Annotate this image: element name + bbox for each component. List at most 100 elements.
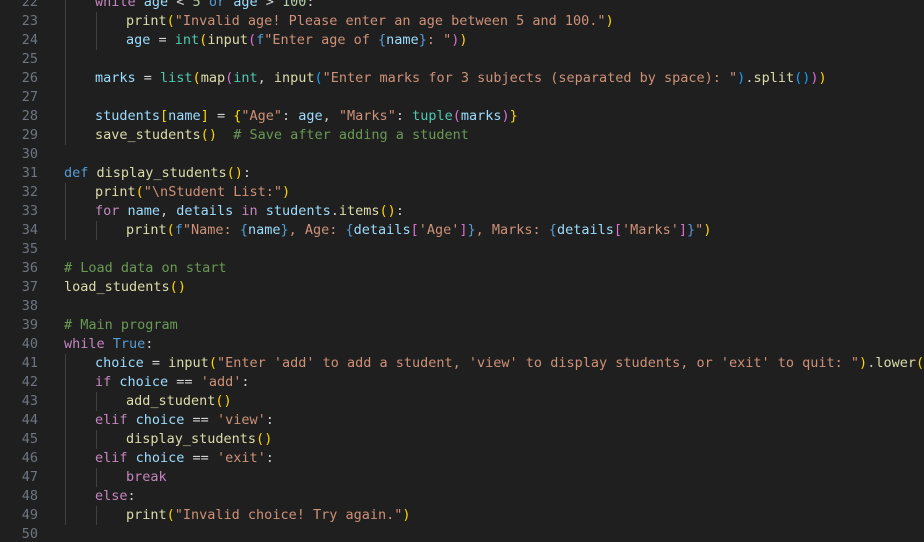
- code-line[interactable]: 49 print("Invalid choice! Try again."): [0, 506, 924, 525]
- indent-guide: [96, 31, 97, 50]
- code-token: age: [233, 0, 258, 10]
- indent-guide: [96, 430, 97, 449]
- code-text: elif choice == 'view':: [95, 411, 274, 430]
- code-token: ): [810, 70, 819, 86]
- code-line[interactable]: 41 choice = input("Enter 'add' to add a s…: [0, 354, 924, 373]
- code-line[interactable]: 23 print("Invalid age! Please enter an ag…: [0, 12, 924, 31]
- code-token: (: [379, 203, 388, 219]
- code-line[interactable]: 33 for name, details in students.items():: [0, 202, 924, 221]
- code-token: if: [95, 374, 112, 390]
- code-token: :: [395, 203, 404, 219]
- code-line[interactable]: 31 def display_students():: [0, 164, 924, 183]
- line-number: 45: [21, 431, 38, 447]
- code-token: else: [95, 488, 128, 504]
- line-number: 41: [21, 355, 38, 371]
- code-token: "Invalid age! Please enter an age betwee…: [174, 13, 606, 29]
- code-token: ]: [459, 222, 468, 238]
- line-number: 36: [21, 260, 38, 276]
- code-editor[interactable]: 22 while age < 5 or age > 100: 23 print("In…: [0, 0, 924, 542]
- code-line[interactable]: 29 save_students() # Save after adding a …: [0, 126, 924, 145]
- code-token: items: [338, 203, 380, 219]
- code-line[interactable]: 26 marks = list(map(int, input("Enter mar…: [0, 69, 924, 88]
- code-token: {: [345, 222, 354, 238]
- code-token: age: [135, 0, 177, 10]
- code-token: ): [208, 127, 217, 143]
- code-text: elif choice == 'exit':: [95, 449, 274, 468]
- code-token: f: [174, 222, 183, 238]
- code-token: choice: [127, 450, 185, 466]
- indent-guide: [65, 88, 66, 107]
- line-number: 31: [21, 165, 38, 181]
- code-token: [: [410, 222, 419, 238]
- code-token: [: [613, 222, 622, 238]
- code-token: ): [234, 165, 243, 181]
- code-line[interactable]: 42 if choice == 'add':: [0, 373, 924, 392]
- code-line[interactable]: 32 print("\nStudent List:"): [0, 183, 924, 202]
- code-token: ): [818, 70, 827, 86]
- code-token: .: [330, 203, 339, 219]
- code-token: input: [273, 70, 315, 86]
- code-token: (: [200, 127, 209, 143]
- line-number: 38: [21, 298, 38, 314]
- code-line[interactable]: 50: [0, 525, 924, 542]
- code-token: ==: [184, 450, 217, 466]
- code-token: , Marks:: [475, 222, 549, 238]
- code-line[interactable]: 37 load_students(): [0, 278, 924, 297]
- code-line[interactable]: 28 students[name] = {"Age": age, "Marks":…: [0, 107, 924, 126]
- code-token: :: [282, 108, 299, 124]
- code-token: age: [126, 32, 151, 48]
- indent-guide: [65, 202, 66, 221]
- code-line[interactable]: 45 display_students(): [0, 430, 924, 449]
- code-token: >: [257, 0, 282, 10]
- code-token: {: [548, 222, 557, 238]
- code-text: load_students(): [64, 278, 186, 297]
- code-token: (: [314, 70, 323, 86]
- code-token: choice: [127, 412, 185, 428]
- code-token: (: [208, 355, 217, 371]
- indent-guide: [65, 0, 66, 12]
- code-token: (: [452, 108, 461, 124]
- code-token: while: [64, 336, 105, 352]
- indent-guide: [65, 126, 66, 145]
- code-token: ": [143, 184, 152, 200]
- code-token: ): [281, 184, 291, 200]
- code-line[interactable]: 39 # Main program: [0, 316, 924, 335]
- code-line[interactable]: 35: [0, 240, 924, 259]
- code-text: save_students() # Save after adding a st…: [95, 126, 469, 145]
- code-token: "Enter age of: [264, 32, 379, 48]
- code-line[interactable]: 36 # Load data on start: [0, 259, 924, 278]
- code-token: }: [467, 222, 476, 238]
- code-line[interactable]: 34 print(f"Name: {name}, Age: {details['A…: [0, 221, 924, 240]
- line-number: 46: [21, 450, 38, 466]
- code-token: 'view': [216, 412, 266, 428]
- code-line[interactable]: 43 add_student(): [0, 392, 924, 411]
- code-line[interactable]: 47 break: [0, 468, 924, 487]
- code-line[interactable]: 30: [0, 145, 924, 164]
- code-token: : ": [426, 32, 452, 48]
- code-line[interactable]: 40 while True:: [0, 335, 924, 354]
- code-line[interactable]: 38: [0, 297, 924, 316]
- code-line[interactable]: 48 else:: [0, 487, 924, 506]
- code-line[interactable]: 44 elif choice == 'view':: [0, 411, 924, 430]
- code-text: print("Invalid choice! Try again."): [126, 506, 411, 525]
- code-token: }: [509, 108, 518, 124]
- code-token: (: [256, 431, 265, 447]
- code-text: break: [126, 468, 167, 487]
- line-number: 22: [21, 0, 38, 10]
- indent-guide: [96, 12, 97, 31]
- line-number: 32: [21, 184, 38, 200]
- code-token: (: [135, 184, 144, 200]
- code-token: # Main program: [64, 317, 178, 333]
- code-line[interactable]: 25: [0, 50, 924, 69]
- line-number: 47: [21, 469, 38, 485]
- code-token: break: [126, 469, 167, 485]
- code-token: (: [169, 279, 178, 295]
- line-number: 40: [21, 336, 38, 352]
- code-line[interactable]: 24 age = int(input(f"Enter age of {name}:…: [0, 31, 924, 50]
- code-line[interactable]: 46 elif choice == 'exit':: [0, 449, 924, 468]
- code-line[interactable]: 22 while age < 5 or age > 100:: [0, 0, 924, 12]
- code-line[interactable]: 27: [0, 88, 924, 107]
- code-token: ): [402, 507, 411, 523]
- code-token: :: [127, 488, 136, 504]
- code-token: print: [126, 13, 167, 29]
